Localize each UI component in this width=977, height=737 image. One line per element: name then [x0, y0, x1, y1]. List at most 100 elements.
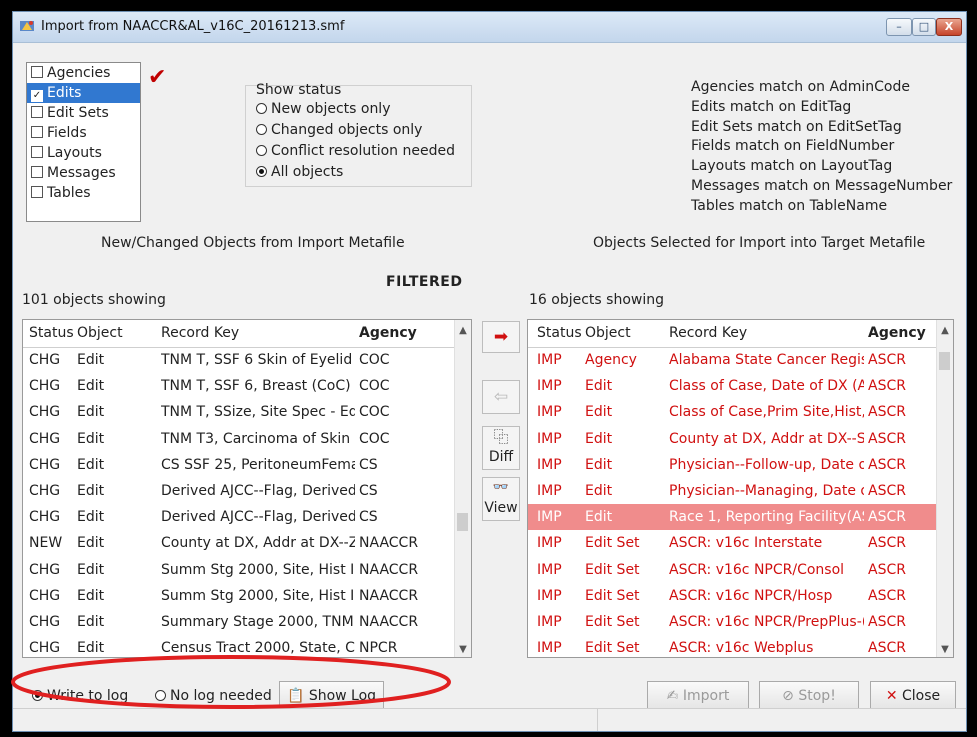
- cell-status: IMP: [537, 352, 562, 368]
- add-to-import-button[interactable]: ➡: [482, 321, 520, 353]
- table-row[interactable]: IMP Edit Class of Case,Prim Site,Hist, ASCR: [528, 399, 939, 425]
- table-row[interactable]: CHG Edit CS SSF 25, PeritoneumFema CS: [23, 452, 457, 478]
- cell-record-key: TNM T3, Carcinoma of Skin: [161, 430, 351, 447]
- col-agency[interactable]: Agency: [359, 320, 417, 346]
- object-type-list[interactable]: Agencies ✓ Edits Edit Sets Fields Layouts…: [26, 62, 141, 222]
- table-row[interactable]: CHG Edit Summ Stg 2000, Site, Hist IC NAACC…: [23, 557, 457, 583]
- table-row[interactable]: CHG Edit TNM T, SSF 6, Breast (CoC) COC: [23, 373, 457, 399]
- checkbox-icon[interactable]: [31, 166, 43, 178]
- type-item-edit-sets[interactable]: Edit Sets: [27, 103, 140, 123]
- table-row[interactable]: CHG Edit Summ Stg 2000, Site, Hist IC NAACC…: [23, 583, 457, 609]
- col-status[interactable]: Status: [29, 320, 74, 346]
- table-row[interactable]: IMP Edit Physician--Managing, Date of ASCR: [528, 478, 939, 504]
- table-row[interactable]: IMP Edit Set ASCR: v16c NPCR/Hosp ASCR: [528, 583, 939, 609]
- scroll-up-icon[interactable]: ▲: [937, 325, 953, 336]
- radio-all-objects[interactable]: All objects: [256, 164, 343, 180]
- left-objects-grid[interactable]: Status Object Record Key Agency CHG Edit T…: [22, 319, 472, 658]
- checkbox-icon[interactable]: [31, 146, 43, 158]
- col-agency[interactable]: Agency: [868, 320, 926, 346]
- import-window: Import from NAACCR&AL_v16C_20161213.smf …: [12, 11, 967, 732]
- close-button[interactable]: ✕ Close: [870, 681, 956, 711]
- diff-label: Diff: [488, 449, 514, 465]
- table-row[interactable]: IMP Edit Class of Case, Date of DX (A ASCR: [528, 373, 939, 399]
- radio-new-only[interactable]: New objects only: [256, 101, 391, 117]
- scroll-thumb[interactable]: [457, 513, 468, 531]
- table-row[interactable]: IMP Edit Set ASCR: v16c Interstate ASCR: [528, 530, 939, 556]
- stop-button[interactable]: ⊘ Stop!: [759, 681, 859, 711]
- type-item-messages[interactable]: Messages: [27, 163, 140, 183]
- radio-icon[interactable]: [256, 103, 267, 114]
- table-row[interactable]: CHG Edit TNM T, SSF 6 Skin of Eyelid (COC: [23, 347, 457, 373]
- minimize-button[interactable]: –: [886, 18, 912, 36]
- table-row[interactable]: IMP Edit Set ASCR: v16c NPCR/PrepPlus-(ASC…: [528, 609, 939, 635]
- cell-object: Edit: [77, 378, 105, 395]
- radio-conflict[interactable]: Conflict resolution needed: [256, 143, 455, 159]
- cell-record-key: Derived AJCC--Flag, Derived .: [161, 509, 355, 526]
- type-item-layouts[interactable]: Layouts: [27, 143, 140, 163]
- type-item-tables[interactable]: Tables: [27, 183, 140, 203]
- table-row[interactable]: IMP Edit Physician--Follow-up, Date of ASCR: [528, 452, 939, 478]
- scroll-down-icon[interactable]: ▼: [937, 644, 953, 655]
- scroll-up-icon[interactable]: ▲: [455, 325, 471, 336]
- scroll-down-icon[interactable]: ▼: [455, 644, 471, 655]
- view-button[interactable]: 👓 View: [482, 477, 520, 521]
- window-close-button[interactable]: X: [936, 18, 962, 36]
- cell-status: IMP: [537, 404, 562, 421]
- table-row[interactable]: IMP Agency Alabama State Cancer Regist ASCR: [528, 347, 939, 373]
- table-row[interactable]: CHG Edit TNM T3, Carcinoma of Skin COC: [23, 426, 457, 452]
- table-row[interactable]: IMP Edit Set ASCR: v16c NPCR/Consol ASCR: [528, 557, 939, 583]
- right-grid-header: Status Object Record Key Agency: [528, 320, 953, 348]
- table-row[interactable]: IMP Edit County at DX, Addr at DX--St ASCR: [528, 426, 939, 452]
- table-row[interactable]: NEW Edit County at DX, Addr at DX--Zi NAACC…: [23, 530, 457, 556]
- cell-status: CHG: [29, 456, 61, 473]
- cell-record-key: County at DX, Addr at DX--Zi: [161, 535, 355, 552]
- col-object[interactable]: Object: [585, 320, 631, 346]
- radio-icon[interactable]: [256, 145, 267, 156]
- checkbox-icon[interactable]: [31, 66, 43, 78]
- cell-agency: ASCR: [868, 640, 906, 657]
- cell-status: IMP: [537, 640, 562, 657]
- show-status-label: Show status: [256, 82, 342, 98]
- close-x-icon: ✕: [885, 688, 898, 704]
- cell-agency: ASCR: [868, 456, 906, 473]
- cell-object: Edit Set: [585, 614, 640, 630]
- table-row[interactable]: IMP Edit Race 1, Reporting Facility(AS ASCR: [528, 504, 939, 531]
- cell-object: Edit: [585, 483, 613, 499]
- checkbox-icon[interactable]: [31, 106, 43, 118]
- col-status[interactable]: Status: [537, 320, 582, 346]
- checkbox-icon[interactable]: [31, 126, 43, 138]
- radio-changed-only[interactable]: Changed objects only: [256, 122, 422, 138]
- type-item-agencies[interactable]: Agencies: [27, 63, 140, 83]
- radio-icon[interactable]: [256, 124, 267, 135]
- cell-agency: ASCR: [868, 509, 906, 526]
- checkbox-icon[interactable]: [31, 186, 43, 198]
- dialog-body: Agencies ✓ Edits Edit Sets Fields Layouts…: [13, 42, 966, 731]
- table-row[interactable]: CHG Edit Derived AJCC--Flag, Derived . CS: [23, 478, 457, 504]
- table-row[interactable]: CHG Edit Derived AJCC--Flag, Derived . CS: [23, 504, 457, 530]
- table-row[interactable]: IMP Edit Set ASCR: v16c Webplus ASCR: [528, 635, 939, 657]
- right-grid-scrollbar[interactable]: ▲ ▼: [936, 320, 953, 657]
- type-item-fields[interactable]: Fields: [27, 123, 140, 143]
- table-row[interactable]: CHG Edit Summary Stage 2000, TNM N NAACCR: [23, 609, 457, 635]
- check-all-icon[interactable]: ✔: [148, 65, 166, 90]
- cell-status: IMP: [537, 561, 562, 578]
- col-record-key[interactable]: Record Key: [669, 320, 747, 346]
- remove-from-import-button[interactable]: ⇦: [482, 380, 520, 414]
- maximize-button[interactable]: □: [912, 18, 936, 36]
- cell-object: Edit: [77, 456, 105, 473]
- col-record-key[interactable]: Record Key: [161, 320, 239, 346]
- type-item-edits[interactable]: ✓ Edits: [27, 83, 140, 103]
- scroll-thumb[interactable]: [939, 352, 950, 370]
- checkbox-icon[interactable]: ✓: [31, 90, 43, 102]
- radio-selected-icon[interactable]: [256, 166, 267, 177]
- cell-status: IMP: [537, 378, 562, 395]
- left-grid-scrollbar[interactable]: ▲ ▼: [454, 320, 471, 657]
- col-object[interactable]: Object: [77, 320, 123, 346]
- right-objects-grid[interactable]: Status Object Record Key Agency IMP Agenc…: [527, 319, 954, 658]
- diff-button[interactable]: ⿻ Diff: [482, 426, 520, 470]
- diff-icon: ⿻: [493, 428, 509, 446]
- table-row[interactable]: CHG Edit TNM T, SSize, Site Spec - Ed COC: [23, 399, 457, 425]
- cell-record-key: Physician--Managing, Date of: [669, 483, 864, 499]
- cell-agency: COC: [359, 430, 390, 447]
- import-button[interactable]: ✍ Import: [647, 681, 749, 711]
